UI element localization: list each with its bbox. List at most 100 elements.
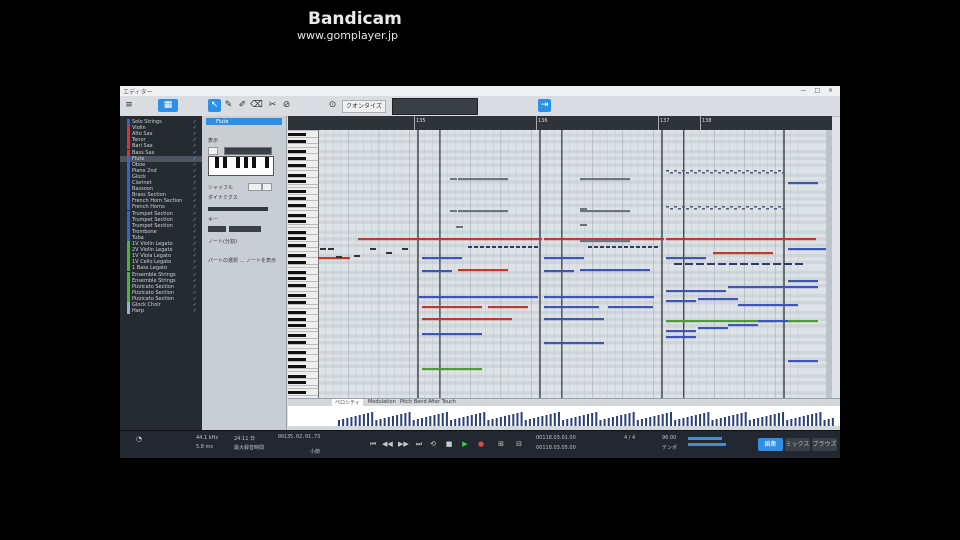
track-visible-check-icon[interactable]: ✓ [193, 211, 197, 217]
velocity-bar[interactable] [433, 415, 436, 426]
velocity-bar[interactable] [429, 416, 432, 426]
velocity-bar[interactable] [678, 419, 681, 426]
midi-note[interactable] [713, 252, 773, 255]
shuffle-stepper[interactable] [262, 183, 272, 191]
midi-note[interactable] [544, 306, 599, 309]
loop-end[interactable]: 00118.03.05.00 [536, 445, 576, 451]
velocity-bar[interactable] [437, 414, 440, 426]
midi-note[interactable] [726, 208, 729, 210]
white-key[interactable] [288, 327, 318, 329]
midi-note[interactable] [418, 296, 538, 299]
midi-note[interactable] [774, 172, 777, 174]
midi-note[interactable] [544, 296, 654, 299]
fast-forward-icon[interactable]: ▶▶ [398, 440, 409, 449]
eraser-tool-icon[interactable]: ⌫ [250, 99, 263, 112]
midi-note[interactable] [773, 263, 781, 265]
white-key[interactable] [288, 394, 318, 396]
midi-note[interactable] [580, 208, 587, 210]
velocity-bar[interactable] [421, 418, 423, 426]
shuffle-field[interactable] [248, 183, 262, 191]
midi-note[interactable] [422, 257, 462, 260]
velocity-bar[interactable] [624, 414, 627, 426]
window-controls[interactable]: — □ × [800, 87, 836, 94]
midi-note[interactable] [486, 246, 490, 248]
white-key[interactable] [288, 377, 318, 379]
inspector-toggle-icon[interactable]: ≡ [124, 99, 134, 112]
midi-note[interactable] [674, 263, 682, 265]
midi-note[interactable] [458, 269, 508, 272]
midi-note[interactable] [458, 178, 508, 181]
track-visible-check-icon[interactable]: ✓ [193, 150, 197, 156]
white-key[interactable] [288, 274, 318, 276]
mini-black-key[interactable] [265, 157, 269, 168]
velocity-bar[interactable] [748, 420, 751, 426]
track-row[interactable]: 1V Viola Legato ✓ [120, 253, 202, 260]
track-visible-check-icon[interactable]: ✓ [193, 131, 197, 137]
view-tab[interactable]: 編集 [758, 438, 783, 451]
velocity-bar[interactable] [375, 420, 378, 426]
midi-note[interactable] [714, 170, 717, 172]
midi-note[interactable] [544, 270, 574, 273]
velocity-bar[interactable] [806, 415, 809, 426]
track-row[interactable]: Bari Sax ✓ [120, 143, 202, 150]
timeline-ruler[interactable]: 135 136 137 138 [318, 116, 832, 131]
midi-note[interactable] [751, 263, 759, 265]
velocity-bar[interactable] [777, 413, 780, 426]
velocity-bar[interactable] [703, 413, 706, 426]
velocity-bar[interactable] [338, 420, 340, 426]
velocity-bar[interactable] [445, 412, 448, 426]
midi-note[interactable] [606, 246, 610, 248]
midi-note[interactable] [714, 206, 717, 208]
midi-note[interactable] [728, 286, 818, 289]
track-visible-check-icon[interactable]: ✓ [193, 204, 197, 210]
velocity-bar[interactable] [562, 420, 565, 426]
midi-note[interactable] [492, 246, 496, 248]
midi-note[interactable] [674, 170, 677, 172]
white-key[interactable] [288, 186, 318, 188]
time-signature[interactable]: 4 / 4 [624, 435, 635, 441]
midi-note[interactable] [468, 246, 472, 248]
track-visible-check-icon[interactable]: ✓ [193, 259, 197, 265]
velocity-bar[interactable] [790, 419, 793, 426]
midi-note[interactable] [580, 269, 650, 272]
velocity-bar[interactable] [661, 414, 664, 426]
track-visible-check-icon[interactable]: ✓ [193, 174, 197, 180]
note-grid-canvas[interactable] [317, 130, 832, 398]
piano-roll[interactable]: 135 136 137 138 [288, 116, 832, 398]
velocity-bar[interactable] [524, 420, 527, 426]
track-row[interactable]: Flute ✓ [120, 155, 202, 162]
midi-note[interactable] [358, 238, 422, 241]
midi-note[interactable] [422, 238, 542, 241]
midi-note[interactable] [758, 208, 761, 210]
mini-black-key[interactable] [244, 157, 248, 168]
midi-note[interactable] [636, 246, 640, 248]
midi-note[interactable] [370, 248, 376, 250]
midi-note[interactable] [685, 263, 693, 265]
velocity-bar[interactable] [611, 417, 614, 426]
velocity-bar[interactable] [474, 414, 477, 426]
midi-note[interactable] [710, 208, 713, 210]
midi-note[interactable] [666, 336, 696, 339]
velocity-bar[interactable] [450, 420, 453, 426]
velocity-bar[interactable] [723, 417, 726, 426]
return-to-zero-icon[interactable]: ⏮ [368, 440, 378, 449]
midi-note[interactable] [544, 342, 604, 345]
track-row[interactable]: Oboe ✓ [120, 161, 202, 168]
white-key[interactable] [288, 170, 318, 172]
track-visible-check-icon[interactable]: ✓ [193, 180, 197, 186]
velocity-bar[interactable] [491, 419, 494, 426]
edit-mode-button[interactable]: ▦ [158, 99, 178, 112]
snap-icon[interactable]: ⊙ [326, 99, 339, 112]
velocity-bar[interactable] [362, 414, 365, 426]
midi-note[interactable] [544, 318, 604, 321]
rewind-icon[interactable]: ◀◀ [382, 440, 393, 449]
white-key[interactable] [288, 223, 318, 225]
white-key[interactable] [288, 304, 318, 306]
velocity-bar[interactable] [607, 418, 610, 426]
midi-note[interactable] [498, 246, 502, 248]
midi-note[interactable] [648, 246, 652, 248]
velocity-bar[interactable] [458, 418, 461, 426]
track-row[interactable]: Ensemble Strings ✓ [120, 277, 202, 284]
midi-note[interactable] [742, 172, 745, 174]
loop-icon[interactable]: ⟲ [428, 440, 438, 449]
